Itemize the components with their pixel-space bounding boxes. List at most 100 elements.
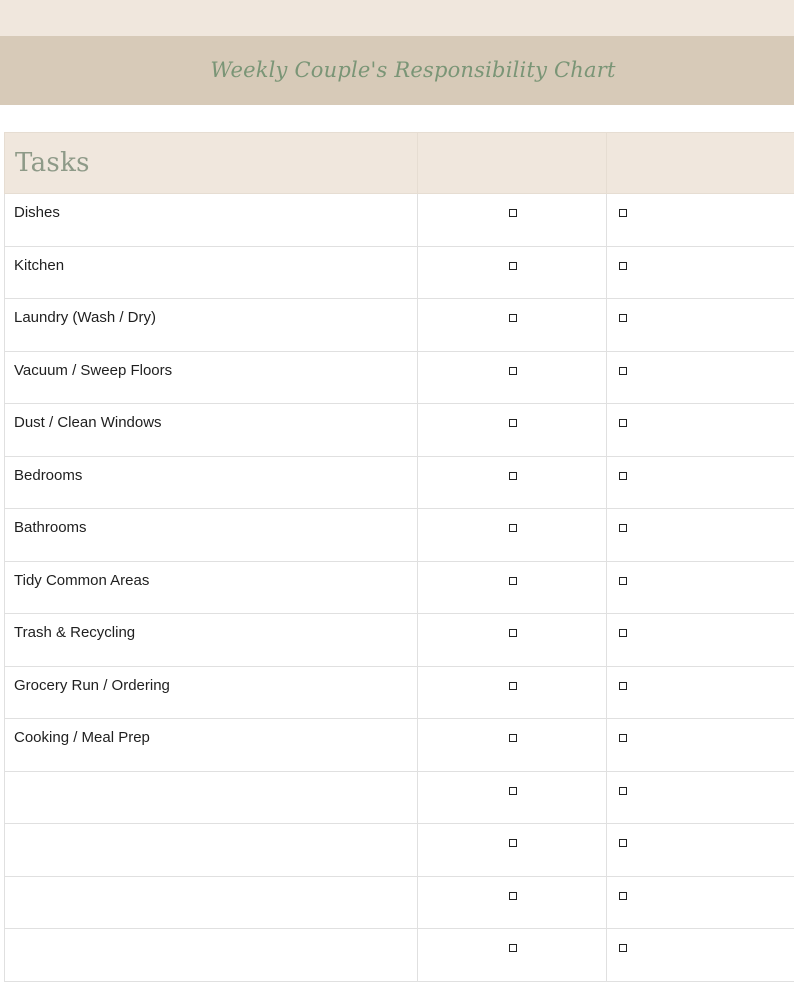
partner-2-checkbox[interactable]: [618, 944, 627, 952]
table-row: Trash & Recycling: [4, 613, 794, 667]
partner-2-checkbox[interactable]: [618, 891, 627, 900]
task-cell: [4, 823, 418, 877]
partner-2-check-cell: [606, 193, 794, 247]
task-label: Trash & Recycling: [14, 624, 136, 641]
partner-1-checkbox[interactable]: [509, 786, 517, 795]
partner-1-check-cell: [417, 298, 607, 352]
partner-1-check-cell: [417, 403, 607, 457]
partner-1-checkbox[interactable]: [509, 734, 517, 742]
task-cell: Grocery Run / Ordering: [4, 665, 418, 719]
table-row: Laundry (Wash / Dry): [4, 298, 794, 352]
task-label: Vacuum / Sweep Floors: [14, 361, 173, 379]
table-row: Dust / Clean Windows: [4, 403, 794, 457]
partner-2-checkbox[interactable]: [618, 314, 627, 322]
task-cell: [4, 770, 418, 824]
task-label: Dishes: [14, 204, 60, 221]
partner-1-checkbox[interactable]: [509, 261, 517, 270]
table-header-row: Tasks: [4, 132, 794, 194]
task-cell: Cooking / Meal Prep: [4, 718, 418, 772]
partner-1-checkbox[interactable]: [509, 891, 517, 900]
task-cell: Dishes: [4, 193, 418, 247]
table-row: [4, 928, 794, 982]
partner-1-checkbox[interactable]: [509, 524, 517, 532]
table-row: Bathrooms: [4, 508, 794, 562]
partner-1-checkbox[interactable]: [509, 629, 517, 637]
partner-2-check-cell: [606, 665, 794, 719]
table-row: [4, 823, 794, 877]
partner-2-check-cell: [606, 928, 794, 982]
table-row: Tidy Common Areas: [4, 560, 794, 614]
partner-2-checkbox[interactable]: [618, 629, 627, 637]
task-cell: Bathrooms: [4, 508, 418, 562]
partner-1-checkbox[interactable]: [509, 471, 517, 480]
partner-1-check-cell: [417, 823, 607, 877]
partner-1-check-cell: [417, 455, 607, 509]
task-cell: Bedrooms: [4, 455, 418, 509]
partner-2-checkbox[interactable]: [618, 786, 627, 795]
partner-1-checkbox[interactable]: [509, 419, 517, 427]
task-cell: Trash & Recycling: [4, 613, 418, 667]
table-row: Bedrooms: [4, 455, 794, 509]
partner-1-checkbox[interactable]: [509, 576, 517, 585]
partner-2-checkbox[interactable]: [618, 366, 627, 375]
table-row: [4, 770, 794, 824]
partner-2-check-cell: [606, 455, 794, 509]
task-cell: Laundry (Wash / Dry): [4, 298, 418, 352]
partner-1-checkbox[interactable]: [509, 944, 517, 952]
task-label: Laundry (Wash / Dry): [14, 309, 156, 326]
task-label: Dust / Clean Windows: [14, 414, 162, 431]
partner-2-check-cell: [606, 770, 794, 824]
partner-2-checkbox[interactable]: [618, 681, 627, 690]
partner-2-check-cell: [606, 403, 794, 457]
task-cell: Kitchen: [4, 245, 418, 299]
partner-1-check-cell: [417, 665, 607, 719]
table-row: Vacuum / Sweep Floors: [4, 350, 794, 404]
partner-2-check-cell: [606, 560, 794, 614]
task-rows: Dishes Kitchen Laundry (Wash / Dry) Vacuum …: [4, 193, 794, 982]
partner-2-checkbox[interactable]: [618, 524, 627, 532]
partner-1-column-header: [417, 132, 607, 194]
task-label: [5, 824, 417, 834]
partner-1-check-cell: [417, 613, 607, 667]
partner-2-checkbox[interactable]: [618, 209, 627, 217]
partner-1-checkbox[interactable]: [509, 839, 517, 847]
partner-2-checkbox[interactable]: [618, 419, 627, 427]
task-cell: Tidy Common Areas: [4, 560, 418, 614]
partner-1-check-cell: [417, 350, 607, 404]
task-label: [5, 877, 417, 887]
partner-1-check-cell: [417, 193, 607, 247]
partner-2-checkbox[interactable]: [618, 734, 627, 742]
task-label: [5, 929, 417, 939]
partner-2-check-cell: [606, 245, 794, 299]
task-label: Kitchen: [14, 256, 65, 274]
partner-1-checkbox[interactable]: [509, 681, 517, 690]
task-label: Bathrooms: [14, 519, 87, 536]
partner-1-checkbox[interactable]: [509, 314, 517, 322]
partner-2-checkbox[interactable]: [618, 576, 627, 585]
task-label: Cooking / Meal Prep: [14, 729, 150, 746]
partner-1-check-cell: [417, 718, 607, 772]
partner-1-check-cell: [417, 245, 607, 299]
partner-1-check-cell: [417, 770, 607, 824]
table-row: Grocery Run / Ordering: [4, 665, 794, 719]
task-cell: [4, 928, 418, 982]
partner-2-check-cell: [606, 508, 794, 562]
partner-1-check-cell: [417, 875, 607, 929]
partner-2-check-cell: [606, 298, 794, 352]
tasks-header-label: Tasks: [15, 148, 90, 178]
table-row: [4, 875, 794, 929]
partner-2-column-header: [606, 132, 794, 194]
task-label: Grocery Run / Ordering: [14, 676, 170, 694]
partner-2-checkbox[interactable]: [618, 261, 627, 270]
partner-2-check-cell: [606, 823, 794, 877]
top-band: [0, 0, 794, 36]
partner-1-check-cell: [417, 560, 607, 614]
partner-1-checkbox[interactable]: [509, 209, 517, 217]
partner-1-checkbox[interactable]: [509, 366, 517, 375]
table-row: Dishes: [4, 193, 794, 247]
partner-2-check-cell: [606, 350, 794, 404]
task-label: [5, 772, 417, 782]
partner-2-checkbox[interactable]: [618, 839, 627, 847]
partner-2-checkbox[interactable]: [618, 471, 627, 480]
task-label: Tidy Common Areas: [14, 571, 150, 589]
